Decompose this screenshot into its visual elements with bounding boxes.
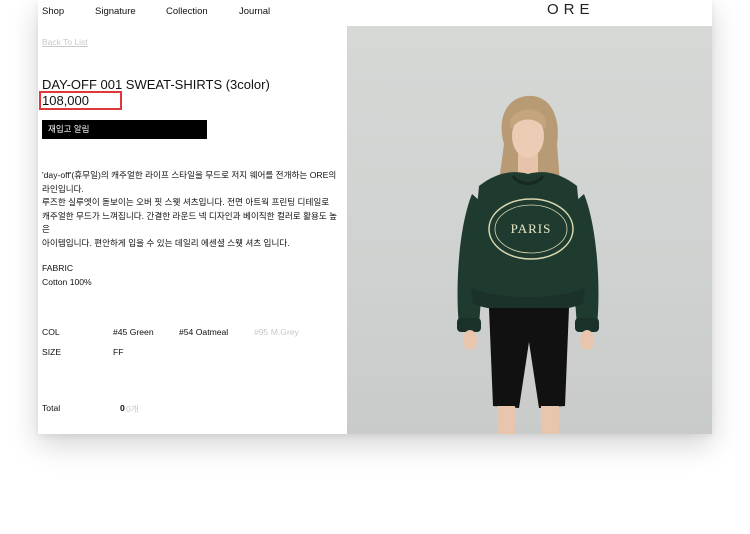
total-quantity: 0개 <box>126 404 139 414</box>
color-label: COL <box>42 327 60 337</box>
description-line: 라인입니다. <box>42 183 84 194</box>
nav-signature[interactable]: Signature <box>95 6 136 17</box>
top-nav: Shop Signature Collection Journal ORE <box>38 0 712 26</box>
product-title: DAY-OFF 001 SWEAT-SHIRTS (3color) <box>42 77 270 92</box>
total-value: 0 <box>120 403 125 413</box>
restock-alert-button[interactable]: 재입고 알림 <box>42 120 207 139</box>
color-option-oatmeal[interactable]: #54 Oatmeal <box>179 327 228 337</box>
color-option-mgrey: #95 M.Grey <box>254 327 299 337</box>
color-option-green[interactable]: #45 Green <box>113 327 154 337</box>
description-line: 루즈한 실루엣이 돋보이는 오버 핏 스웻 셔츠입니다. 전면 아트웍 프린팅 … <box>42 197 330 207</box>
fabric-value: Cotton 100% <box>42 277 92 287</box>
fabric-label: FABRIC <box>42 263 74 273</box>
size-option-ff[interactable]: FF <box>113 347 124 357</box>
description-line: 캐주얼한 무드가 느껴집니다. 간결한 라운드 넥 디자인과 베이직한 컬러로 … <box>42 210 338 235</box>
size-label: SIZE <box>42 347 62 357</box>
print-text: PARIS <box>511 221 552 236</box>
back-to-list-link[interactable]: Back To List <box>42 37 88 47</box>
product-description: 'day-off'(휴무일)의 캐주얼한 라이프 스타일을 무드로 저지 웨어를… <box>42 169 342 250</box>
description-line: 아이템입니다. 편안하게 입을 수 있는 데일리 에센셜 스웻 셔츠 입니다. <box>42 237 290 248</box>
brand-logo[interactable]: ORE <box>547 1 595 18</box>
total-label: Total <box>42 403 61 413</box>
nav-collection[interactable]: Collection <box>166 6 208 17</box>
product-photo: PARIS <box>347 26 712 434</box>
nav-journal[interactable]: Journal <box>239 6 270 17</box>
nav-shop[interactable]: Shop <box>42 6 64 17</box>
model-illustration: PARIS <box>457 95 599 434</box>
description-line: 'day-off'(휴무일)의 캐주얼한 라이프 스타일을 무드로 저지 웨어를… <box>42 170 337 180</box>
price-highlight-box <box>39 91 122 110</box>
